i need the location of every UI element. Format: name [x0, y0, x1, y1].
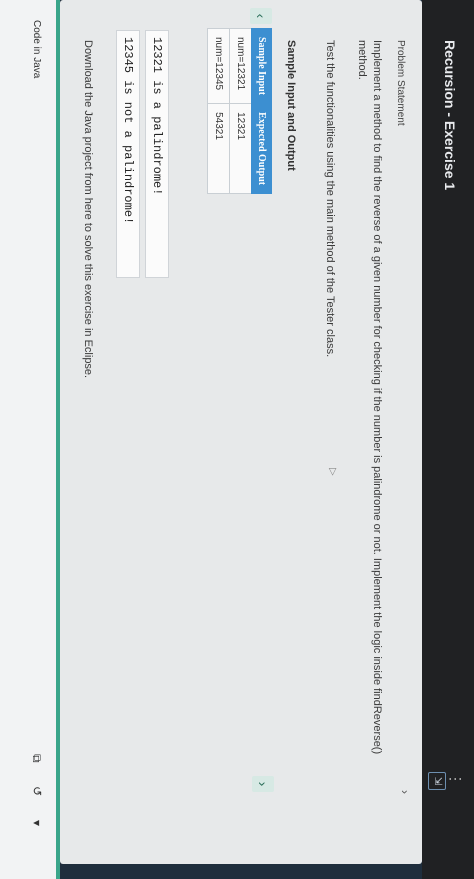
- scroll-next-button[interactable]: ›: [252, 776, 274, 792]
- more-options-icon[interactable]: ⋮: [447, 772, 464, 787]
- code-panel: Code in Java ⧉ ↺ ▾: [0, 0, 56, 879]
- table-cell: num=12345: [207, 28, 230, 104]
- download-instructions[interactable]: Download the Java project from here to s…: [82, 40, 94, 378]
- table-header: Sample Input: [251, 28, 272, 104]
- sample-output-1: 12321 is a palindrome!: [145, 30, 169, 278]
- scroll-prev-button[interactable]: ‹: [250, 8, 272, 24]
- screen: Recursion - Exercise 1 ⋮ ⇲ › Problem Sta…: [0, 0, 474, 879]
- reset-icon[interactable]: ↺: [30, 786, 44, 796]
- header-bar: Recursion - Exercise 1 ⋮ ⇲: [422, 0, 474, 879]
- sample-output-2: 12345 is not a palindrome!: [116, 30, 140, 278]
- dropdown-icon[interactable]: ▾: [30, 820, 44, 826]
- photo-background: Recursion - Exercise 1 ⋮ ⇲ › Problem Sta…: [0, 0, 474, 879]
- table-cell: 12321: [229, 103, 252, 194]
- sample-io-heading: Sample Input and Output: [285, 40, 297, 171]
- problem-panel: › Problem Statement Implement a method t…: [60, 0, 422, 864]
- code-language-label: Code in Java: [31, 20, 42, 79]
- copy-icon[interactable]: ⧉: [29, 754, 44, 763]
- sample-io-table: Sample Input Expected Output num=12321 1…: [207, 28, 272, 194]
- collapse-chevron-icon[interactable]: ›: [398, 790, 412, 794]
- table-cell: 54321: [207, 103, 230, 194]
- page-title: Recursion - Exercise 1: [442, 40, 458, 191]
- table-header: Expected Output: [251, 103, 272, 194]
- table-row: num=12321 12321: [229, 28, 252, 194]
- table-row: num=12345 54321: [207, 28, 230, 194]
- test-instructions: Test the functionalities using the main …: [324, 40, 336, 358]
- table-cell: num=12321: [229, 28, 252, 104]
- problem-statement-label: Problem Statement: [395, 40, 406, 126]
- problem-statement-text: Implement a method to find the reverse o…: [356, 40, 383, 755]
- cursor-icon: ▷: [327, 468, 338, 476]
- expand-icon[interactable]: ⇲: [428, 772, 446, 790]
- divider-accent: [56, 0, 60, 879]
